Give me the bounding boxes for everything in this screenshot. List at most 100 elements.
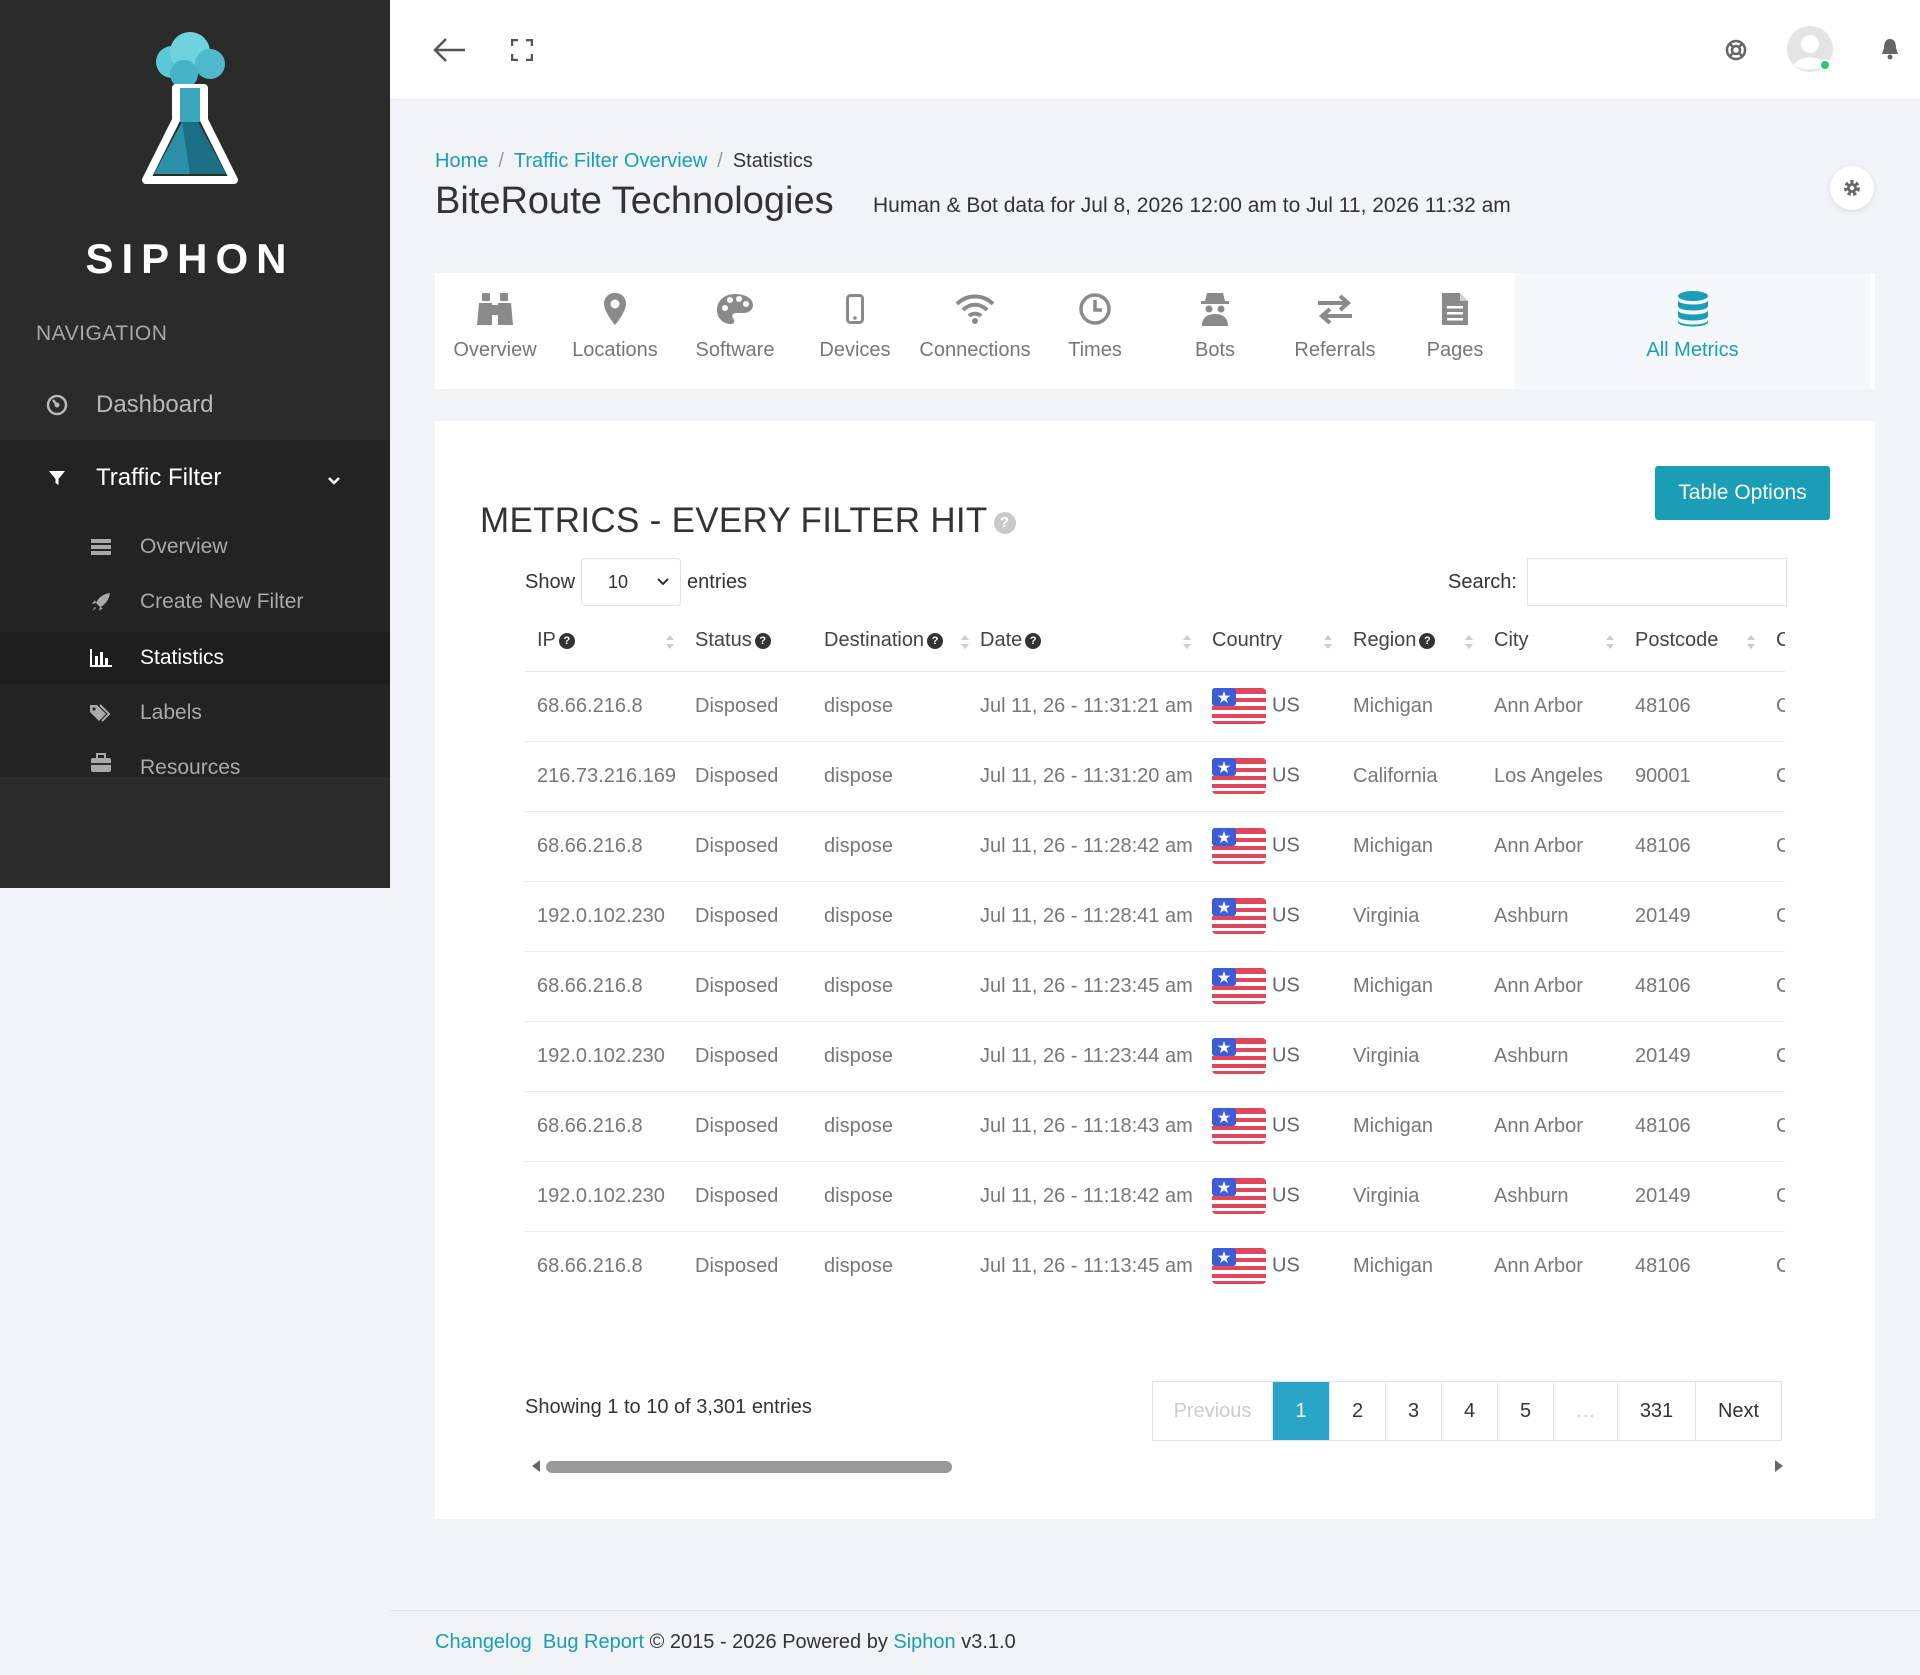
- page-length-control: Show 10 entries: [525, 558, 747, 606]
- header-label: Date: [980, 629, 1023, 652]
- table-header-row: IP? Status? Destination? Date? Country R…: [525, 611, 1785, 672]
- header-label: Region: [1353, 629, 1417, 652]
- us-flag-icon: [1212, 1248, 1266, 1284]
- dashboard-icon: [42, 390, 72, 420]
- scroll-thumb[interactable]: [546, 1461, 952, 1473]
- tab-software[interactable]: Software: [675, 273, 795, 389]
- cell-next: C: [1764, 741, 1785, 812]
- cell-status: Disposed: [683, 741, 812, 812]
- pagination-next[interactable]: Next: [1696, 1382, 1781, 1440]
- table-row[interactable]: 192.0.102.230 Disposed dispose Jul 11, 26 -…: [525, 881, 1785, 952]
- column-header-date[interactable]: Date?: [968, 611, 1200, 672]
- tab-devices[interactable]: Devices: [795, 273, 915, 389]
- scroll-right-arrow-icon[interactable]: [1775, 1460, 1783, 1472]
- pagination-ellipsis: …: [1554, 1382, 1618, 1440]
- pagination-page-last[interactable]: 331: [1618, 1382, 1696, 1440]
- column-header-destination[interactable]: Destination?: [812, 611, 969, 672]
- country-code: US: [1272, 904, 1300, 927]
- tab-label: All Metrics: [1646, 339, 1739, 361]
- document-icon: [1395, 289, 1515, 329]
- tab-label: Referrals: [1294, 339, 1376, 361]
- page-length-select[interactable]: 10: [581, 558, 682, 606]
- table-row[interactable]: 68.66.216.8 Disposed dispose Jul 11, 26 - 1…: [525, 1091, 1785, 1162]
- lifebuoy-icon[interactable]: [1720, 34, 1752, 66]
- table-row[interactable]: 68.66.216.8 Disposed dispose Jul 11, 26 - 1…: [525, 811, 1785, 882]
- tab-bots[interactable]: Bots: [1155, 273, 1275, 389]
- sidebar-item-dashboard[interactable]: Dashboard: [0, 375, 390, 435]
- breadcrumb-traffic-filter-overview[interactable]: Traffic Filter Overview: [514, 150, 707, 172]
- pagination-previous[interactable]: Previous: [1153, 1382, 1273, 1440]
- help-icon: ?: [1025, 632, 1042, 649]
- chevron-down-icon[interactable]: [326, 468, 342, 496]
- country-code: US: [1272, 694, 1300, 717]
- fullscreen-icon[interactable]: [505, 33, 539, 67]
- nav-heading: NAVIGATION: [36, 322, 168, 345]
- help-icon: ?: [927, 632, 944, 649]
- tab-overview[interactable]: Overview: [435, 273, 555, 389]
- column-header-status[interactable]: Status?: [683, 611, 812, 672]
- search-input[interactable]: [1526, 558, 1787, 606]
- breadcrumb-separator: /: [717, 150, 723, 172]
- pagination-page-4[interactable]: 4: [1442, 1382, 1498, 1440]
- column-header-region[interactable]: Region?: [1341, 611, 1482, 672]
- column-header-postcode[interactable]: Postcode: [1623, 611, 1764, 672]
- pagination-page-3[interactable]: 3: [1386, 1382, 1442, 1440]
- tab-connections[interactable]: Connections: [915, 273, 1035, 389]
- pagination-page-2[interactable]: 2: [1330, 1382, 1386, 1440]
- column-header-country[interactable]: Country: [1200, 611, 1341, 672]
- table-row[interactable]: 68.66.216.8 Disposed dispose Jul 11, 26 - 1…: [525, 951, 1785, 1022]
- cell-region: Virginia: [1341, 881, 1482, 952]
- tab-referrals[interactable]: Referrals: [1275, 273, 1395, 389]
- column-header-ip[interactable]: IP?: [525, 611, 683, 672]
- tab-label: Software: [695, 339, 775, 361]
- binoculars-icon: [435, 289, 555, 329]
- logo[interactable]: SIPHON: [0, 30, 390, 282]
- us-flag-icon: [1212, 1038, 1266, 1074]
- horizontal-scrollbar[interactable]: [530, 1456, 1785, 1476]
- tab-all-metrics[interactable]: All Metrics: [1515, 273, 1870, 389]
- pagination-page-1[interactable]: 1: [1273, 1382, 1330, 1440]
- sidebar-sub-overview[interactable]: Overview: [0, 521, 390, 573]
- country-code: US: [1272, 764, 1300, 787]
- sidebar-sub-resources[interactable]: Resources: [0, 742, 390, 780]
- cell-next: C: [1764, 1231, 1785, 1291]
- table-row[interactable]: 68.66.216.8 Disposed dispose Jul 11, 26 - 1…: [525, 1231, 1785, 1291]
- sidebar-item-traffic-filter[interactable]: Traffic Filter: [0, 448, 390, 508]
- changelog-link[interactable]: Changelog: [435, 1631, 532, 1653]
- table-options-button[interactable]: Table Options: [1655, 466, 1830, 520]
- metrics-card: METRICS - EVERY FILTER HIT? Table Option…: [435, 421, 1875, 1519]
- pagination-page-5[interactable]: 5: [1498, 1382, 1554, 1440]
- gear-icon: [1844, 180, 1860, 196]
- tab-times[interactable]: Times: [1035, 273, 1155, 389]
- spy-icon: [1155, 289, 1275, 329]
- scroll-left-arrow-icon[interactable]: [532, 1460, 540, 1472]
- cell-country: US: [1200, 741, 1341, 812]
- table-row[interactable]: 216.73.216.169 Disposed dispose Jul 11, 26 …: [525, 741, 1785, 812]
- back-arrow-icon[interactable]: [430, 30, 470, 70]
- us-flag-icon: [1212, 898, 1266, 934]
- tab-pages[interactable]: Pages: [1395, 273, 1515, 389]
- tab-locations[interactable]: Locations: [555, 273, 675, 389]
- avatar[interactable]: [1785, 24, 1835, 74]
- sidebar-sub-label: Labels: [140, 701, 202, 724]
- table-row[interactable]: 68.66.216.8 Disposed dispose Jul 11, 26 - 1…: [525, 671, 1785, 742]
- sidebar-sub-create-new-filter[interactable]: Create New Filter: [0, 576, 390, 628]
- country-code: US: [1272, 1254, 1300, 1277]
- country-code: US: [1272, 1184, 1300, 1207]
- table-row[interactable]: 192.0.102.230 Disposed dispose Jul 11, 26 -…: [525, 1021, 1785, 1092]
- breadcrumb-home[interactable]: Home: [435, 150, 488, 172]
- sidebar-sub-statistics[interactable]: Statistics: [0, 632, 390, 684]
- header-label: Destination: [824, 629, 925, 652]
- siphon-link[interactable]: Siphon: [893, 1631, 955, 1653]
- settings-button[interactable]: [1830, 166, 1874, 210]
- help-icon[interactable]: ?: [993, 511, 1016, 534]
- cell-destination: dispose: [812, 1231, 968, 1291]
- sort-icon: [1324, 635, 1332, 649]
- column-header-city[interactable]: City: [1482, 611, 1623, 672]
- table-row[interactable]: 192.0.102.230 Disposed dispose Jul 11, 26 -…: [525, 1161, 1785, 1232]
- bell-icon[interactable]: [1875, 34, 1905, 64]
- cell-next: C: [1764, 951, 1785, 1022]
- bug-report-link[interactable]: Bug Report: [543, 1631, 644, 1653]
- column-header-next[interactable]: C: [1764, 611, 1785, 672]
- sidebar-sub-labels[interactable]: Labels: [0, 687, 390, 739]
